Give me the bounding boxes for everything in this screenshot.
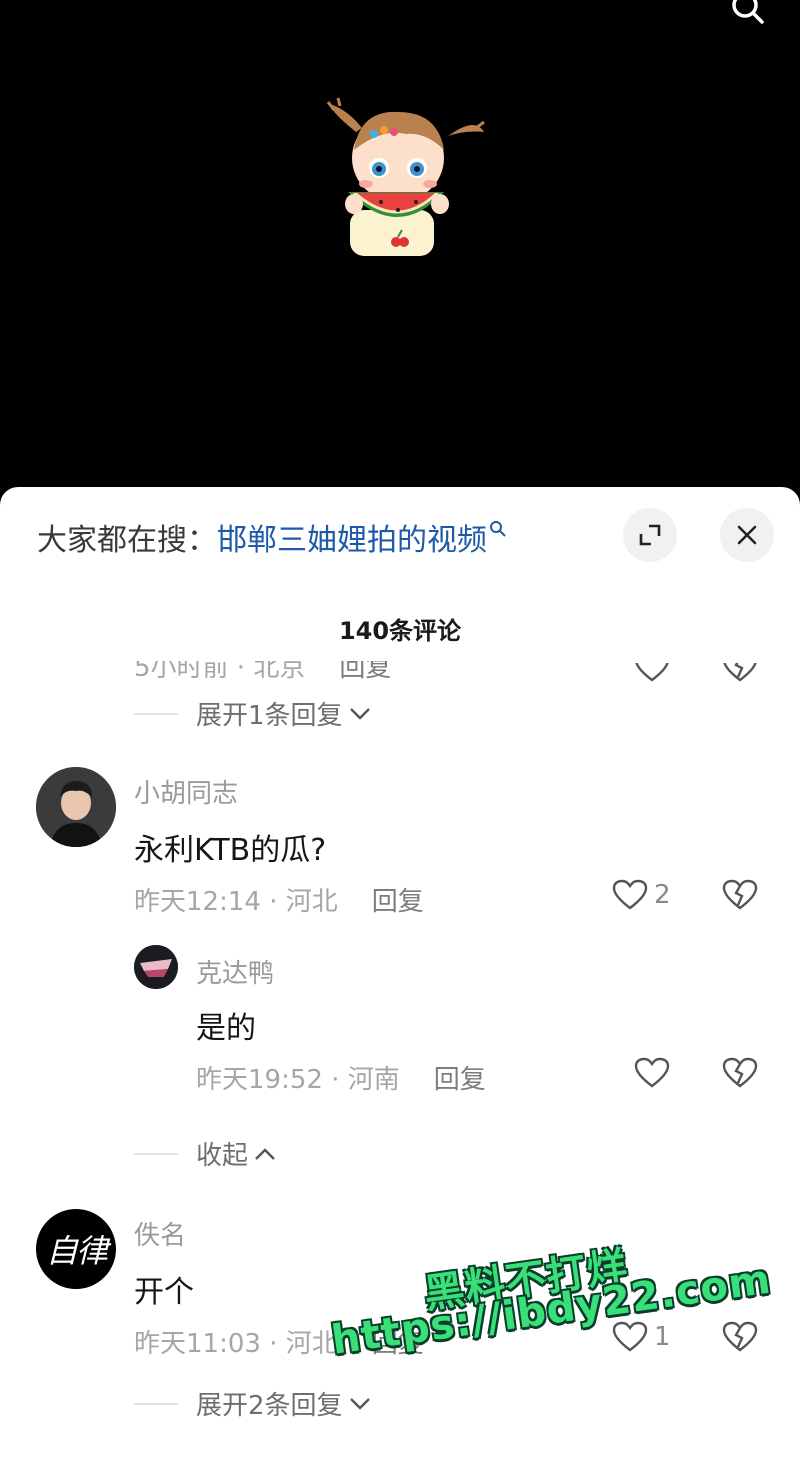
chevron-up-icon bbox=[255, 1147, 275, 1160]
close-icon bbox=[737, 525, 757, 545]
avatar-photo bbox=[134, 945, 178, 989]
reply-text: 是的 bbox=[196, 1011, 256, 1046]
reply-meta-text: 昨天19:52 · 河南 bbox=[196, 1065, 400, 1095]
avatar-photo bbox=[36, 767, 116, 847]
reply-button[interactable]: 回复 bbox=[434, 1065, 486, 1095]
heart-icon bbox=[612, 1321, 648, 1352]
broken-heart-icon[interactable] bbox=[722, 1057, 758, 1089]
collapse-replies-label: 收起 bbox=[196, 1141, 249, 1171]
chevron-down-icon bbox=[349, 707, 370, 720]
hot-search-query-link[interactable]: 邯郸三妯娌拍的视频 bbox=[217, 523, 487, 558]
small-search-icon bbox=[490, 521, 506, 537]
reply-button[interactable]: 回复 bbox=[372, 1329, 424, 1359]
comment-author[interactable]: 佚名 bbox=[134, 1215, 186, 1252]
like-button[interactable]: 2 bbox=[612, 879, 671, 911]
reply-button[interactable]: 回复 bbox=[339, 661, 391, 683]
comment-meta-text: 昨天12:14 · 河北 bbox=[134, 887, 338, 917]
comment-meta: 昨天12:14 · 河北 回复 bbox=[134, 881, 424, 918]
heart-icon[interactable] bbox=[634, 651, 670, 683]
search-icon[interactable] bbox=[730, 0, 766, 28]
broken-heart-icon[interactable] bbox=[722, 651, 758, 683]
expand-replies-label: 展开2条回复 bbox=[196, 1391, 343, 1421]
hot-search-bar[interactable]: 大家都在搜：邯郸三妯娌拍的视频 bbox=[37, 515, 507, 559]
comment-author[interactable]: 小胡同志 bbox=[134, 773, 238, 810]
close-button[interactable] bbox=[720, 508, 774, 562]
comment-sheet: 大家都在搜：邯郸三妯娌拍的视频 140条评论 5小时前 · 北京 回复 展开1条回… bbox=[0, 487, 800, 1469]
like-count: 1 bbox=[654, 1322, 671, 1352]
hot-search-label: 大家都在搜： bbox=[37, 523, 217, 558]
reply-meta: 昨天19:52 · 河南 回复 bbox=[196, 1059, 486, 1096]
expand-replies-label: 展开1条回复 bbox=[196, 701, 343, 731]
comment-text: 永利KTB的瓜? bbox=[134, 833, 327, 868]
like-button[interactable]: 1 bbox=[612, 1321, 671, 1353]
chevron-down-icon bbox=[349, 1397, 370, 1410]
heart-icon[interactable] bbox=[634, 1057, 670, 1089]
comment-meta-text: 5小时前 · 北京 bbox=[134, 653, 306, 683]
comment-text: 开个 bbox=[134, 1275, 194, 1310]
expand-icon bbox=[639, 524, 661, 546]
comment-count: 140条评论 bbox=[338, 617, 462, 645]
divider-line bbox=[134, 1402, 178, 1405]
reply-author[interactable]: 克达鸭 bbox=[196, 953, 274, 990]
comment-list[interactable]: 5小时前 · 北京 回复 展开1条回复 小胡同志 永利KTB的瓜? 昨天12:1… bbox=[0, 647, 800, 1469]
divider-line bbox=[134, 1152, 178, 1155]
video-player[interactable] bbox=[0, 0, 800, 500]
avatar[interactable] bbox=[134, 945, 178, 989]
expand-replies-button[interactable]: 展开1条回复 bbox=[134, 695, 371, 732]
partial-comment-meta: 5小时前 · 北京 回复 bbox=[134, 653, 391, 684]
expand-replies-button[interactable]: 展开2条回复 bbox=[134, 1385, 371, 1422]
heart-icon bbox=[612, 879, 648, 910]
collapse-replies-button[interactable]: 收起 bbox=[134, 1135, 276, 1172]
avatar[interactable] bbox=[36, 767, 116, 847]
like-count: 2 bbox=[654, 880, 671, 910]
reply-button[interactable]: 回复 bbox=[372, 887, 424, 917]
avatar-calligraphy: 自律 bbox=[45, 1232, 108, 1270]
broken-heart-icon[interactable] bbox=[722, 1321, 758, 1353]
comment-meta-text: 昨天11:03 · 河北 bbox=[134, 1329, 338, 1359]
divider-line bbox=[134, 712, 178, 715]
girl-eating-watermelon-sticker bbox=[326, 97, 485, 256]
comment-meta: 昨天11:03 · 河北 回复 bbox=[134, 1323, 424, 1360]
broken-heart-icon[interactable] bbox=[722, 879, 758, 911]
expand-button[interactable] bbox=[623, 508, 677, 562]
avatar[interactable]: 自律 bbox=[36, 1209, 116, 1289]
